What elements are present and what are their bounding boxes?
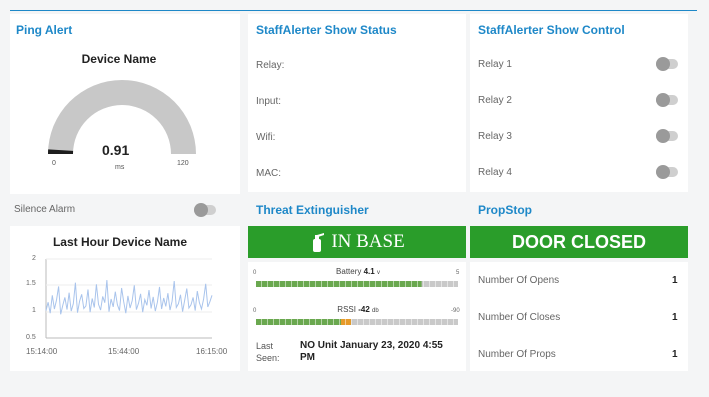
x-tick-label: 15:44:00 xyxy=(108,347,140,356)
opens-label: Number Of Opens xyxy=(478,275,560,286)
toggle-knob xyxy=(656,57,670,71)
battery-value: 4.1 xyxy=(363,267,375,276)
rssi-max: -90 xyxy=(451,308,460,314)
toggle-knob xyxy=(194,203,208,217)
door-closed-text: DOOR CLOSED xyxy=(511,231,646,252)
door-closed-banner: DOOR CLOSED xyxy=(470,226,688,258)
relay-4-label: Relay 4 xyxy=(478,167,512,178)
x-tick-label: 16:15:00 xyxy=(196,347,228,356)
rssi-level-bar xyxy=(256,319,458,325)
battery-unit: v xyxy=(376,270,380,276)
extinguisher-icon xyxy=(313,233,325,252)
status-input-label: Input: xyxy=(256,96,282,107)
relay-1-toggle[interactable] xyxy=(656,57,678,71)
gauge-unit: ms xyxy=(115,164,125,171)
ping-gauge xyxy=(48,80,196,154)
ping-alert-card: Ping Alert Device Name 0.91 ms 0 120 xyxy=(10,14,240,194)
propstop-details-card: Number Of Opens 1 Number Of Closes 1 Num… xyxy=(470,262,688,371)
toggle-knob xyxy=(656,129,670,143)
closes-label: Number Of Closes xyxy=(478,312,561,323)
show-status-title: StaffAlerter Show Status xyxy=(256,23,397,37)
relay-2-label: Relay 2 xyxy=(478,95,512,106)
status-mac-label: MAC: xyxy=(256,168,281,179)
rssi-label: RSSI -42 db xyxy=(318,305,398,314)
show-status-card: StaffAlerter Show Status Relay: Input: W… xyxy=(248,14,466,192)
show-control-card: StaffAlerter Show Control Relay 1 Relay … xyxy=(470,14,688,192)
x-tick-label: 15:14:00 xyxy=(26,347,58,356)
battery-label-text: Battery xyxy=(336,267,362,276)
battery-max: 5 xyxy=(456,270,460,276)
threat-details-card: 0 Battery 4.1 v 5 0 RSSI -42 db -90 Last… xyxy=(248,262,466,371)
opens-count: 1 xyxy=(672,275,678,286)
battery-level-bar xyxy=(256,281,458,287)
in-base-banner: IN BASE xyxy=(248,226,466,258)
closes-count: 1 xyxy=(672,312,678,323)
top-divider xyxy=(10,10,697,11)
props-count: 1 xyxy=(672,349,678,360)
toggle-knob xyxy=(656,165,670,179)
show-control-title: StaffAlerter Show Control xyxy=(478,23,625,37)
gauge-value: 0.91 xyxy=(102,142,130,158)
status-wifi-label: Wifi: xyxy=(256,132,276,143)
in-base-text: IN BASE xyxy=(331,231,405,252)
rssi-value: -42 xyxy=(358,305,370,314)
latency-chart-card: Last Hour Device Name 2 1.5 1 0.5 15:14:… xyxy=(10,226,240,371)
gauge-min: 0 xyxy=(52,160,56,167)
props-label: Number Of Props xyxy=(478,349,556,360)
status-relay-label: Relay: xyxy=(256,60,285,71)
battery-min: 0 xyxy=(253,270,257,276)
toggle-knob xyxy=(656,93,670,107)
relay-3-label: Relay 3 xyxy=(478,131,512,142)
threat-extinguisher-title: Threat Extinguisher xyxy=(256,203,369,217)
gauge-max: 120 xyxy=(177,160,189,167)
silence-alarm-toggle[interactable] xyxy=(194,203,216,217)
last-seen-value: NO Unit January 23, 2020 4:55 PM xyxy=(300,340,443,363)
silence-alarm-label: Silence Alarm xyxy=(14,204,76,215)
rssi-label-text: RSSI xyxy=(337,305,356,314)
relay-2-toggle[interactable] xyxy=(656,93,678,107)
last-seen-label: Last Seen: xyxy=(256,341,280,363)
relay-3-toggle[interactable] xyxy=(656,129,678,143)
relay-4-toggle[interactable] xyxy=(656,165,678,179)
battery-label: Battery 4.1 v xyxy=(318,267,398,276)
propstop-title: PropStop xyxy=(478,203,532,217)
rssi-unit: db xyxy=(372,308,379,314)
rssi-min: 0 xyxy=(253,308,257,314)
relay-1-label: Relay 1 xyxy=(478,59,512,70)
